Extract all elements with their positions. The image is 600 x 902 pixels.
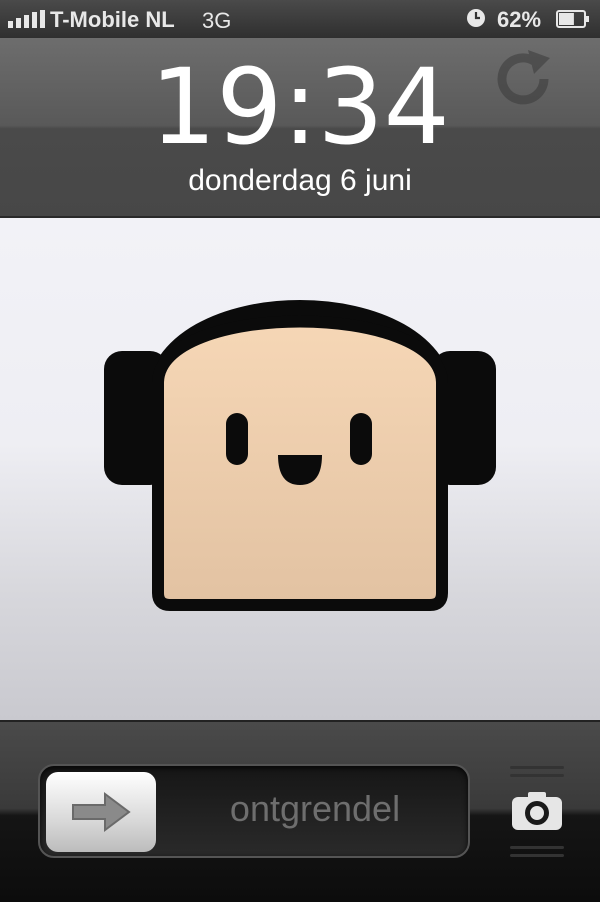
rotation-lock-icon <box>497 50 550 105</box>
carrier-name: T-Mobile NL <box>50 7 175 32</box>
status-bar: T-Mobile NL 3G 62% <box>0 0 600 38</box>
wallpaper <box>0 218 600 720</box>
camera-grip-bottom <box>510 846 564 862</box>
camera-icon[interactable] <box>510 790 564 832</box>
battery-icon <box>556 10 589 28</box>
clock-icon <box>467 9 485 27</box>
unlock-label: ontgrendel <box>229 788 401 829</box>
signal-icon <box>8 10 45 28</box>
arrow-right-icon <box>72 792 131 832</box>
lock-date: donderdag 6 juni <box>188 164 412 197</box>
unlock-slider-track[interactable]: ontgrendel <box>38 764 470 858</box>
unlock-dock: ontgrendel <box>0 720 600 902</box>
lock-clock-header: 19:34 donderdag 6 juni <box>0 38 600 218</box>
unlock-slider-knob[interactable] <box>46 772 156 852</box>
camera-grip-top <box>510 766 564 782</box>
network-type: 3G <box>202 8 232 33</box>
battery-percentage: 62% <box>497 7 542 32</box>
mascot-with-headphones-icon <box>104 300 496 611</box>
